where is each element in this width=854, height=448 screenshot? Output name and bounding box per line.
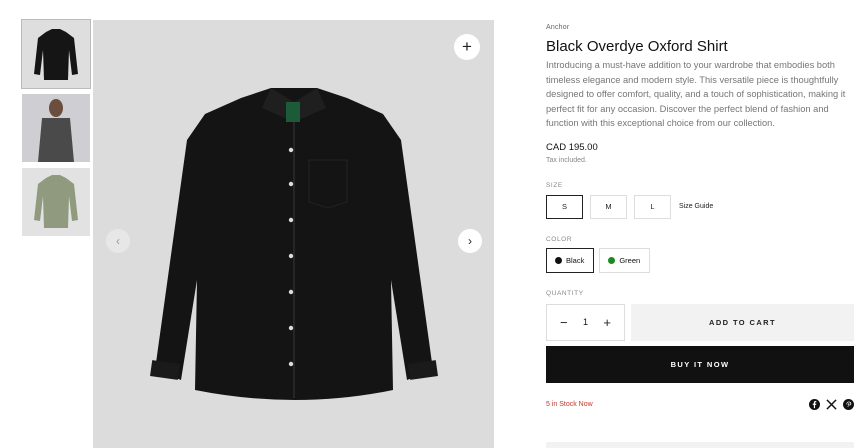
thumbnail-list bbox=[21, 19, 91, 242]
color-swatch-green bbox=[608, 256, 616, 264]
product-info: Anchor Black Overdye Oxford Shirt Introd… bbox=[546, 20, 854, 411]
zoom-button[interactable]: + bbox=[454, 34, 480, 60]
bottom-section-edge bbox=[546, 442, 854, 448]
color-swatch-black bbox=[555, 256, 562, 264]
color-option-label: Green bbox=[619, 255, 641, 265]
facebook-icon[interactable] bbox=[808, 399, 820, 411]
color-options: Black Green bbox=[546, 247, 854, 273]
next-image-button[interactable]: › bbox=[458, 229, 482, 253]
model-thumbnail-image bbox=[22, 94, 90, 162]
color-option-green[interactable]: Green bbox=[599, 247, 651, 273]
quantity-label: QUANTITY bbox=[546, 289, 584, 297]
purchase-row: − 1 + ADD TO CART bbox=[546, 303, 854, 341]
black-shirt-image bbox=[150, 88, 438, 400]
increase-quantity-button[interactable]: + bbox=[603, 315, 611, 330]
decrease-quantity-button[interactable]: − bbox=[560, 315, 568, 330]
stock-and-share-row: 5 in Stock Now bbox=[546, 399, 854, 411]
tax-note: Tax included. bbox=[546, 156, 587, 164]
thumbnail-green-shirt[interactable] bbox=[22, 168, 90, 236]
size-label: SIZE bbox=[546, 181, 563, 189]
previous-image-button[interactable]: ‹ bbox=[106, 229, 130, 253]
plus-icon: + bbox=[462, 37, 472, 56]
chevron-right-icon: › bbox=[468, 234, 472, 248]
color-label: COLOR bbox=[546, 235, 573, 243]
size-option-s[interactable]: S bbox=[546, 194, 583, 219]
product-price: CAD 195.00 bbox=[546, 141, 598, 153]
pinterest-icon[interactable] bbox=[842, 399, 854, 411]
size-option-l[interactable]: L bbox=[634, 194, 671, 219]
quantity-value[interactable]: 1 bbox=[583, 317, 588, 327]
green-shirt-thumbnail-image bbox=[22, 168, 90, 236]
thumbnail-model[interactable] bbox=[22, 94, 90, 162]
product-vendor[interactable]: Anchor bbox=[546, 24, 854, 31]
thumbnail-black-shirt[interactable] bbox=[21, 19, 91, 89]
product-title: Black Overdye Oxford Shirt bbox=[546, 38, 728, 55]
size-options: S M L Size Guide bbox=[546, 194, 854, 219]
size-guide-link[interactable]: Size Guide bbox=[679, 203, 713, 210]
x-icon[interactable] bbox=[825, 399, 837, 411]
product-description: Introducing a must-have addition to your… bbox=[546, 60, 846, 129]
add-to-cart-button[interactable]: ADD TO CART bbox=[631, 303, 854, 341]
chevron-left-icon: ‹ bbox=[116, 234, 120, 248]
black-shirt-thumbnail-image bbox=[22, 20, 90, 88]
buy-it-now-button[interactable]: BUY IT NOW bbox=[546, 345, 854, 383]
size-option-m[interactable]: M bbox=[590, 194, 627, 219]
quantity-stepper: − 1 + bbox=[546, 303, 625, 341]
social-share bbox=[808, 399, 854, 411]
color-option-black[interactable]: Black bbox=[546, 247, 595, 273]
main-product-image[interactable]: + ‹ › bbox=[93, 20, 494, 448]
stock-status: 5 in Stock Now bbox=[546, 401, 593, 409]
color-option-label: Black bbox=[566, 255, 585, 265]
